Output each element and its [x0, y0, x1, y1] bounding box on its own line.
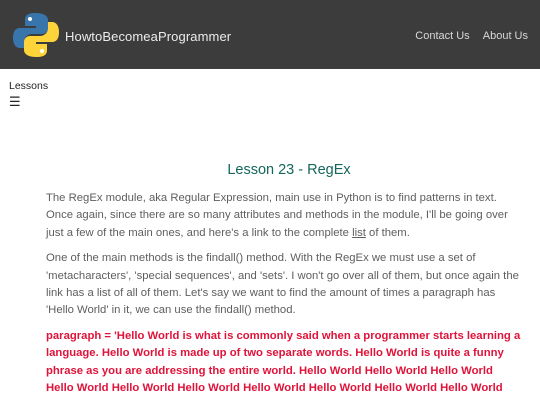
- site-brand-link[interactable]: HowtoBecomeaProgrammer: [65, 29, 231, 44]
- nav-about-us-link[interactable]: About Us: [483, 30, 528, 42]
- list-link[interactable]: list: [352, 227, 366, 239]
- lesson-paragraph-1: The RegEx module, aka Regular Expression…: [46, 190, 522, 242]
- paragraph-1-text: The RegEx module, aka Regular Expression…: [46, 192, 508, 239]
- lesson-title: Lesson 23 - RegEx: [227, 162, 351, 178]
- nav-contact-us-link[interactable]: Contact Us: [415, 30, 469, 42]
- hamburger-menu-icon[interactable]: ☰: [9, 95, 21, 108]
- lessons-label: Lessons: [9, 80, 49, 92]
- paragraph-1-tail: of them.: [365, 226, 410, 239]
- top-navbar: HowtoBecomeaProgrammer Contact Us About …: [0, 0, 540, 69]
- lesson-paragraph-2: One of the main methods is the findall()…: [46, 252, 519, 317]
- lesson-content: Lesson 23 - RegEx The RegEx module, aka …: [46, 162, 522, 397]
- python-logo-icon[interactable]: [12, 11, 60, 59]
- nav-links: Contact Us About Us: [405, 30, 528, 42]
- code-snippet: paragraph = 'Hello World is what is comm…: [46, 329, 521, 395]
